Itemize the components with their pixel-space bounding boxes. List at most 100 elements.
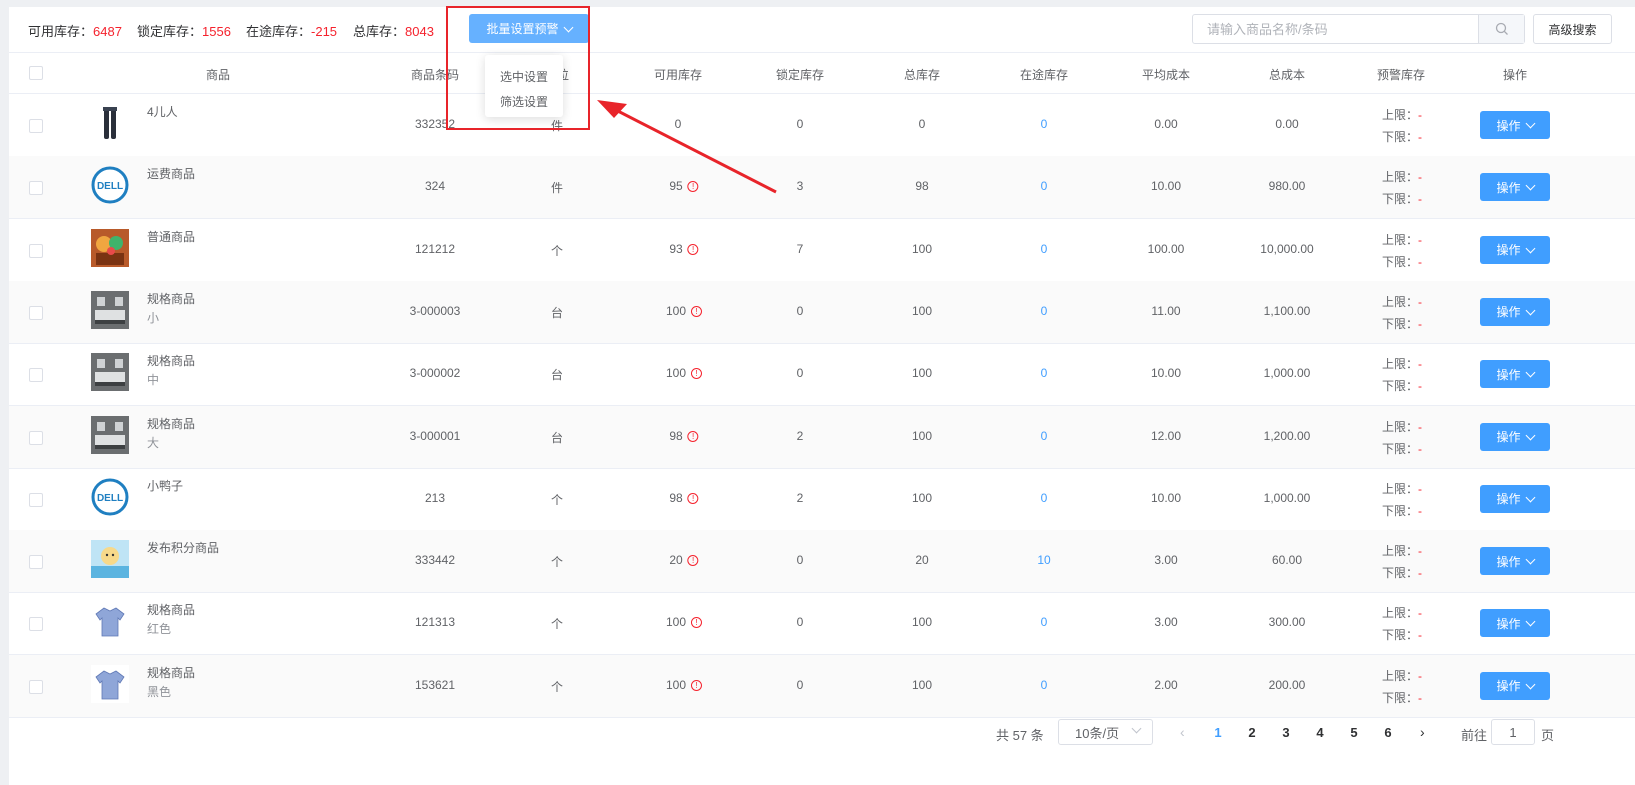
page-size-select[interactable]: 10条/页 bbox=[1058, 719, 1153, 745]
locked-stock-value: 1556 bbox=[202, 24, 231, 39]
product-thumbnail bbox=[91, 602, 129, 641]
page-number-5[interactable]: 5 bbox=[1350, 725, 1357, 740]
product-name[interactable]: 规格商品 bbox=[147, 664, 195, 681]
cell-transit[interactable]: 0 bbox=[1041, 179, 1048, 193]
next-page-icon[interactable]: › bbox=[1420, 724, 1425, 740]
warning-icon: ! bbox=[691, 679, 703, 691]
action-button[interactable]: 操作 bbox=[1480, 235, 1550, 264]
action-button[interactable]: 操作 bbox=[1480, 297, 1550, 326]
search-input[interactable] bbox=[1193, 15, 1478, 43]
search-button[interactable] bbox=[1478, 15, 1524, 43]
product-name[interactable]: 规格商品 bbox=[147, 352, 195, 369]
cell-unit: 个 bbox=[550, 617, 564, 632]
row-checkbox[interactable] bbox=[29, 679, 43, 694]
product-name[interactable]: 4儿人 bbox=[147, 103, 178, 120]
cell-total-cost: 300.00 bbox=[1268, 615, 1306, 630]
action-label: 操作 bbox=[1496, 180, 1521, 195]
product-name[interactable]: 发布积分商品 bbox=[147, 539, 219, 556]
upper-limit-value: - bbox=[1418, 544, 1423, 559]
goto-page-input[interactable] bbox=[1491, 719, 1535, 745]
upper-limit-value: - bbox=[1418, 232, 1423, 247]
chevron-down-icon bbox=[1525, 430, 1535, 440]
cell-unit: 个 bbox=[550, 492, 564, 507]
action-button[interactable]: 操作 bbox=[1480, 173, 1550, 202]
cell-transit[interactable]: 0 bbox=[1041, 615, 1048, 629]
cell-total-cost: 0.00 bbox=[1275, 117, 1299, 131]
row-checkbox[interactable] bbox=[29, 368, 43, 383]
action-button[interactable]: 操作 bbox=[1480, 671, 1550, 700]
row-checkbox[interactable] bbox=[29, 181, 43, 196]
prev-page-icon[interactable]: ‹ bbox=[1180, 724, 1185, 740]
row-checkbox[interactable] bbox=[29, 243, 43, 258]
lower-limit-value: - bbox=[1418, 566, 1423, 581]
cell-transit[interactable]: 0 bbox=[1041, 491, 1048, 505]
product-thumbnail bbox=[91, 540, 129, 579]
warning-limits: 上限：- 下限：- bbox=[1382, 291, 1422, 335]
product-spec: 中 bbox=[147, 373, 160, 388]
page-number-3[interactable]: 3 bbox=[1282, 725, 1289, 740]
product-name[interactable]: 小鸭子 bbox=[147, 477, 183, 494]
upper-limit-value: - bbox=[1418, 606, 1423, 621]
action-label: 操作 bbox=[1496, 679, 1521, 694]
table-row: 普通商品 121212 个 93! 7 100 0 100.00 10,000.00 上限：- 下限… bbox=[9, 219, 1635, 282]
product-name[interactable]: 规格商品 bbox=[147, 601, 195, 618]
row-checkbox[interactable] bbox=[29, 430, 43, 445]
row-checkbox[interactable] bbox=[29, 555, 43, 570]
product-name[interactable]: 普通商品 bbox=[147, 228, 195, 245]
product-name[interactable]: 规格商品 bbox=[147, 415, 195, 432]
product-name[interactable]: 规格商品 bbox=[147, 290, 195, 307]
page-number-1[interactable]: 1 bbox=[1214, 725, 1221, 740]
cell-total: 100 bbox=[911, 303, 933, 318]
row-checkbox[interactable] bbox=[29, 119, 43, 133]
action-button[interactable]: 操作 bbox=[1480, 547, 1550, 576]
cell-locked: 0 bbox=[796, 303, 804, 318]
cell-avg-cost: 11.00 bbox=[1151, 303, 1181, 318]
chevron-down-icon bbox=[1131, 723, 1142, 734]
product-spec: 小 bbox=[147, 310, 160, 325]
lower-limit-label: 下限： bbox=[1382, 628, 1419, 643]
cell-unit: 个 bbox=[550, 243, 564, 258]
product-spec: 红色 bbox=[147, 622, 172, 637]
row-checkbox[interactable] bbox=[29, 617, 43, 632]
cell-transit[interactable]: 0 bbox=[1041, 304, 1048, 318]
lower-limit-value: - bbox=[1418, 503, 1423, 518]
upper-limit-label: 上限： bbox=[1382, 419, 1419, 434]
action-label: 操作 bbox=[1496, 616, 1521, 631]
cell-transit[interactable]: 0 bbox=[1041, 429, 1048, 443]
action-label: 操作 bbox=[1496, 243, 1521, 258]
col-transit: 在途库存 bbox=[1019, 68, 1069, 82]
cell-transit[interactable]: 0 bbox=[1041, 117, 1048, 131]
row-checkbox[interactable] bbox=[29, 305, 43, 320]
upper-limit-value: - bbox=[1418, 294, 1423, 309]
total-stock-label: 总库存： bbox=[353, 24, 406, 39]
action-button[interactable]: 操作 bbox=[1480, 484, 1550, 513]
warning-limits: 上限：- 下限：- bbox=[1382, 540, 1422, 584]
lower-limit-value: - bbox=[1418, 316, 1423, 331]
cell-barcode: 213 bbox=[424, 490, 446, 505]
page-number-4[interactable]: 4 bbox=[1316, 725, 1323, 740]
cell-transit[interactable]: 0 bbox=[1041, 366, 1048, 380]
page-number-6[interactable]: 6 bbox=[1384, 725, 1391, 740]
available-value: 95 bbox=[669, 179, 683, 194]
upper-limit-value: - bbox=[1418, 668, 1423, 683]
cell-total: 100 bbox=[911, 428, 933, 443]
cell-transit[interactable]: 0 bbox=[1041, 678, 1048, 692]
product-spec: 大 bbox=[147, 435, 160, 450]
action-button[interactable]: 操作 bbox=[1480, 360, 1550, 389]
action-button[interactable]: 操作 bbox=[1480, 111, 1550, 139]
table-header: 商品 商品条码 单位 可用库存 锁定库存 总库存 在途库存 平均成本 总成本 预… bbox=[9, 53, 1635, 94]
cell-locked: 0 bbox=[796, 615, 804, 630]
action-button[interactable]: 操作 bbox=[1480, 609, 1550, 638]
cell-transit[interactable]: 10 bbox=[1037, 553, 1050, 567]
product-name[interactable]: 运费商品 bbox=[147, 165, 195, 182]
cell-total: 0 bbox=[918, 117, 926, 131]
advanced-search-button[interactable]: 高级搜索 bbox=[1533, 14, 1612, 44]
warning-limits: 上限：- 下限：- bbox=[1382, 353, 1422, 397]
action-button[interactable]: 操作 bbox=[1480, 422, 1550, 451]
product-thumbnail bbox=[91, 353, 129, 392]
lower-limit-label: 下限： bbox=[1382, 503, 1419, 518]
page-number-2[interactable]: 2 bbox=[1248, 725, 1255, 740]
row-checkbox[interactable] bbox=[29, 492, 43, 507]
cell-transit[interactable]: 0 bbox=[1041, 242, 1048, 256]
select-all-checkbox[interactable] bbox=[29, 66, 43, 80]
